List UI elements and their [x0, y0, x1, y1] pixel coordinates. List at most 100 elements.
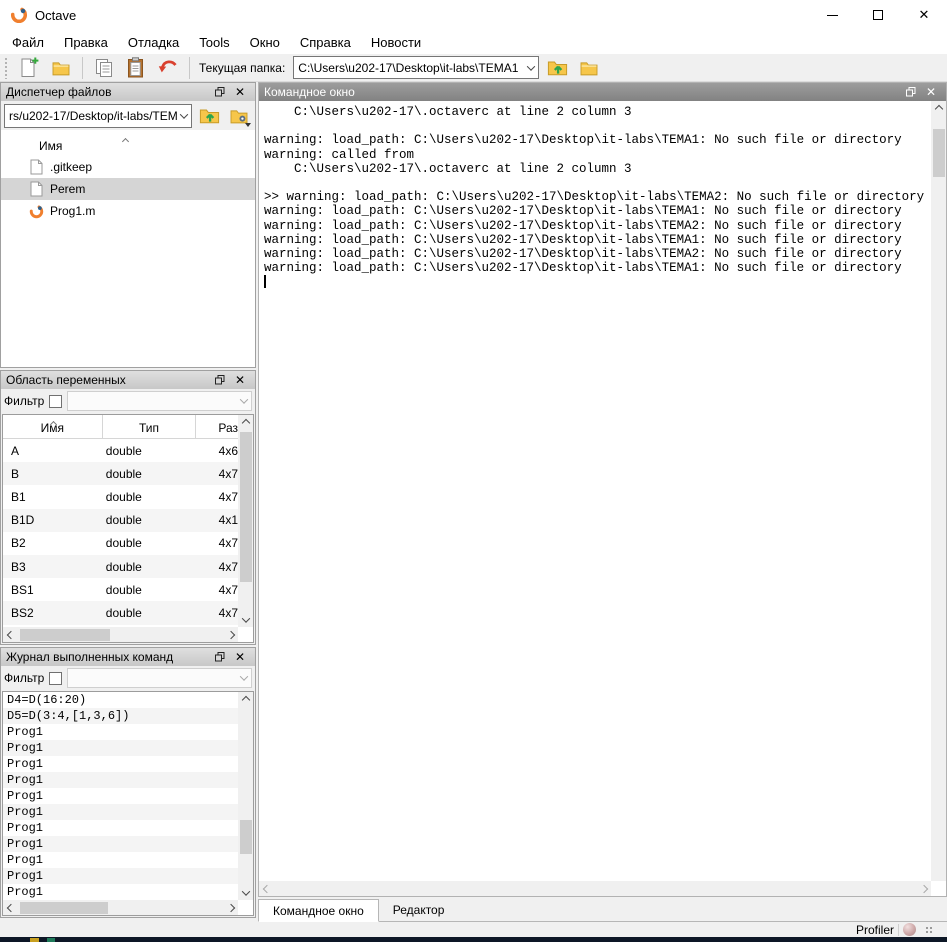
close-button[interactable]: ✕: [901, 0, 947, 30]
table-row[interactable]: B3double4x7: [3, 555, 238, 578]
scrollbar-thumb[interactable]: [240, 820, 252, 854]
paste-button[interactable]: [122, 55, 150, 80]
scrollbar-thumb[interactable]: [240, 432, 252, 582]
copy-button[interactable]: [90, 55, 118, 80]
workspace-title: Область переменных: [6, 373, 126, 387]
history-entry[interactable]: Prog1: [3, 852, 238, 868]
file-row[interactable]: Prog1.m: [1, 200, 255, 222]
toolbar-drag-handle[interactable]: [4, 57, 9, 79]
scroll-left-icon[interactable]: [259, 881, 274, 896]
history-entry[interactable]: Prog1: [3, 756, 238, 772]
scrollbar-thumb[interactable]: [20, 902, 108, 914]
undock-button[interactable]: [901, 87, 921, 97]
console-area[interactable]: C:\Users\u202-17\.octaverc at line 2 col…: [259, 101, 931, 881]
table-row[interactable]: BS1double4x7: [3, 578, 238, 601]
scroll-right-icon[interactable]: [223, 900, 238, 915]
filter-checkbox[interactable]: [49, 395, 62, 408]
history-entry[interactable]: Prog1: [3, 836, 238, 852]
folder-actions-button[interactable]: [226, 104, 252, 128]
history-entry[interactable]: D5=D(3:4,[1,3,6]): [3, 708, 238, 724]
undo-button[interactable]: [154, 55, 182, 80]
history-entry[interactable]: Prog1: [3, 724, 238, 740]
browser-path-combobox[interactable]: rs/u202-17/Desktop/it-labs/ТЕМА1: [4, 104, 192, 128]
history-entry[interactable]: Prog1: [3, 740, 238, 756]
close-icon: ✕: [235, 85, 245, 99]
folder-up-button[interactable]: [543, 55, 571, 80]
undock-button[interactable]: [210, 87, 230, 97]
menu-item[interactable]: Новости: [361, 32, 431, 53]
history-entry[interactable]: Prog1: [3, 788, 238, 804]
folder-up-button[interactable]: [196, 104, 222, 128]
scrollbar-thumb[interactable]: [933, 129, 945, 177]
horizontal-scrollbar[interactable]: [3, 627, 238, 642]
maximize-button[interactable]: [855, 0, 901, 30]
browse-folder-button[interactable]: [575, 55, 603, 80]
scroll-left-icon[interactable]: [3, 900, 18, 915]
table-row[interactable]: Adouble4x6: [3, 439, 238, 462]
close-panel-button[interactable]: ✕: [230, 85, 250, 99]
history-entry[interactable]: D4=D(16:20): [3, 692, 238, 708]
history-entry[interactable]: Prog1: [3, 772, 238, 788]
close-panel-button[interactable]: ✕: [921, 85, 941, 99]
menu-item[interactable]: Файл: [2, 32, 54, 53]
scroll-up-icon[interactable]: [931, 101, 946, 116]
file-row[interactable]: Perem: [1, 178, 255, 200]
profiler-status-icon[interactable]: [903, 923, 916, 936]
octave-file-icon: [28, 203, 44, 219]
menu-item[interactable]: Справка: [290, 32, 361, 53]
paste-icon: [127, 57, 145, 78]
scroll-up-icon[interactable]: [238, 415, 253, 430]
folder-up-icon: [199, 107, 220, 124]
undock-button[interactable]: [210, 375, 230, 385]
column-header-dims[interactable]: Раз: [196, 415, 238, 438]
current-folder-combobox[interactable]: C:\Users\u202-17\Desktop\it-labs\ТЕМА1: [293, 56, 539, 79]
vertical-scrollbar[interactable]: [931, 101, 946, 881]
file-row[interactable]: .gitkeep: [1, 156, 255, 178]
vertical-scrollbar[interactable]: [238, 692, 253, 900]
table-row[interactable]: B1double4x7: [3, 485, 238, 508]
scroll-down-icon[interactable]: [238, 885, 253, 900]
folder-settings-icon: [229, 108, 249, 124]
undock-button[interactable]: [210, 652, 230, 662]
file-browser-titlebar: Диспетчер файлов ✕: [1, 83, 255, 101]
close-icon: ✕: [235, 650, 245, 664]
filter-checkbox[interactable]: [49, 672, 62, 685]
column-header-name[interactable]: Имя: [3, 415, 103, 438]
menu-bar: ФайлПравкаОтладкаToolsОкноСправкаНовости: [0, 30, 947, 54]
table-row[interactable]: B2double4x7: [3, 532, 238, 555]
tab-editor[interactable]: Редактор: [379, 899, 459, 922]
scroll-down-icon[interactable]: [238, 612, 253, 627]
table-row[interactable]: B1Ddouble4x1: [3, 509, 238, 532]
resize-grip-icon[interactable]: [924, 925, 933, 934]
menu-item[interactable]: Отладка: [118, 32, 189, 53]
history-entry[interactable]: Prog1: [3, 868, 238, 884]
scroll-up-icon[interactable]: [238, 692, 253, 707]
scroll-right-icon[interactable]: [916, 881, 931, 896]
new-script-button[interactable]: [15, 55, 43, 80]
scrollbar-thumb[interactable]: [20, 629, 110, 641]
command-window-titlebar: Командное окно ✕: [259, 83, 946, 101]
close-panel-button[interactable]: ✕: [230, 650, 250, 664]
table-row[interactable]: Bdouble4x7: [3, 462, 238, 485]
scroll-left-icon[interactable]: [3, 627, 18, 642]
history-entry[interactable]: Prog1: [3, 820, 238, 836]
close-panel-button[interactable]: ✕: [230, 373, 250, 387]
file-list-header[interactable]: Имя: [1, 130, 255, 156]
horizontal-scrollbar[interactable]: [3, 900, 238, 915]
vertical-scrollbar[interactable]: [238, 415, 253, 627]
minimize-button[interactable]: [809, 0, 855, 30]
column-header-type[interactable]: Тип: [103, 415, 197, 438]
menu-item[interactable]: Правка: [54, 32, 118, 53]
menu-item[interactable]: Tools: [189, 32, 239, 53]
scroll-right-icon[interactable]: [223, 627, 238, 642]
tab-command-window[interactable]: Командное окно: [258, 899, 379, 922]
horizontal-scrollbar[interactable]: [259, 881, 931, 896]
workspace-table-header[interactable]: Имя Тип Раз: [3, 415, 238, 439]
filter-combobox[interactable]: [67, 668, 252, 688]
open-folder-button[interactable]: [47, 55, 75, 80]
history-entry[interactable]: Prog1: [3, 884, 238, 900]
history-entry[interactable]: Prog1: [3, 804, 238, 820]
menu-item[interactable]: Окно: [240, 32, 290, 53]
table-row[interactable]: BS2double4x7: [3, 601, 238, 624]
filter-combobox[interactable]: [67, 391, 252, 411]
